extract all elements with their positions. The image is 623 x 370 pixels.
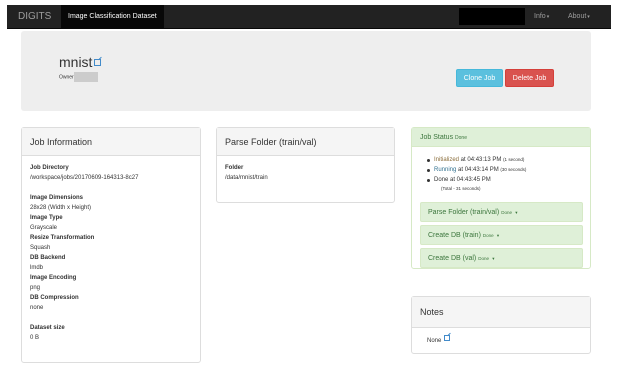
sub-task-state: Done [501, 210, 512, 215]
owner-redacted [73, 72, 98, 82]
done-time: at 04:43:45 PM [448, 177, 491, 183]
chevron-down-icon: ▾ [495, 233, 500, 238]
running-label: Running [434, 167, 457, 173]
panel-title: Notes [412, 297, 590, 328]
nav-active-tab[interactable]: Image Classification Dataset [61, 5, 164, 29]
job-directory-value: /workspace/jobs/20170609-164313-8c27 [30, 175, 139, 181]
status-timeline: Initialized at 04:43:13 PM (1 second) Ru… [412, 147, 590, 185]
parse-folder-body: Folder /data/mnist/train [217, 156, 394, 190]
job-header: mnist Owner Clone Job Delete Job [21, 31, 591, 111]
create-db-val-status[interactable]: Create DB (val) Done ▾ [420, 248, 583, 268]
job-information-panel: Job Information Job Directory /workspace… [21, 127, 201, 363]
chevron-down-icon: ▾ [513, 210, 518, 215]
edit-icon[interactable] [444, 335, 451, 341]
about-menu[interactable]: About▾ [568, 5, 590, 29]
resize-value: Squash [30, 245, 51, 251]
db-backend-label: DB Backend [30, 255, 66, 261]
panel-title: Job Information [22, 128, 200, 156]
image-type-value: Grayscale [30, 225, 58, 231]
initialized-time: at 04:43:13 PM [459, 157, 502, 163]
clone-job-button[interactable]: Clone Job [456, 69, 503, 87]
job-status-heading: Job Status Done [412, 128, 590, 147]
resize-label: Resize Transformation [30, 235, 95, 241]
total-duration: (Total - 31 seconds) [441, 186, 481, 191]
job-information-body: Job Directory /workspace/jobs/20170609-1… [22, 156, 200, 350]
parse-folder-panel: Parse Folder (train/val) Folder /data/mn… [216, 127, 395, 203]
list-item: Done at 04:43:45 PM [427, 175, 590, 185]
image-encoding-label: Image Encoding [30, 275, 77, 281]
list-item: Initialized at 04:43:13 PM (1 second) [427, 155, 590, 165]
panel-title: Parse Folder (train/val) [217, 128, 394, 156]
job-title: mnist [59, 54, 102, 70]
done-label: Done [434, 177, 449, 183]
about-menu-label: About [568, 13, 587, 20]
owner-label: Owner [59, 74, 74, 81]
job-name: mnist [59, 54, 93, 70]
initialized-duration: (1 second) [503, 157, 525, 162]
db-backend-value: lmdb [30, 265, 44, 271]
create-db-train-status[interactable]: Create DB (train) Done ▾ [420, 225, 583, 245]
redacted-area [459, 8, 525, 25]
db-compression-label: DB Compression [30, 295, 79, 301]
db-compression-value: none [30, 305, 44, 311]
running-time: at 04:43:14 PM [456, 167, 499, 173]
notes-body: None [412, 328, 590, 354]
folder-label: Folder [225, 165, 244, 171]
notes-value: None [427, 338, 442, 344]
image-type-label: Image Type [30, 215, 63, 221]
edit-icon[interactable] [94, 59, 102, 66]
chevron-down-icon: ▾ [587, 14, 590, 20]
folder-value: /data/mnist/train [225, 175, 268, 181]
owner: Owner [59, 72, 98, 82]
list-item: Running at 04:43:14 PM (30 seconds) [427, 165, 590, 175]
chevron-down-icon: ▾ [491, 256, 495, 261]
sub-task-state: Done [482, 233, 494, 238]
brand-logo[interactable]: DIGITS [18, 11, 51, 22]
initialized-label: Initialized [434, 157, 460, 163]
parse-folder-status[interactable]: Parse Folder (train/val) Done ▾ [420, 202, 583, 222]
delete-job-button[interactable]: Delete Job [505, 69, 554, 87]
status-badge: Done [455, 135, 467, 141]
dataset-size-label: Dataset size [30, 325, 65, 331]
chevron-down-icon: ▾ [546, 14, 550, 20]
sub-task-label: Parse Folder (train/val) [428, 209, 500, 216]
notes-panel: Notes None [411, 296, 591, 354]
sub-task-label: Create DB (val) [428, 255, 477, 262]
top-navbar: DIGITS Image Classification Dataset Info… [7, 5, 611, 29]
sub-task-state: Done [478, 256, 489, 261]
image-encoding-value: png [30, 285, 41, 291]
panel-title: Job Status [420, 134, 454, 141]
job-directory-label: Job Directory [30, 165, 69, 171]
running-duration: (30 seconds) [500, 167, 527, 172]
info-menu[interactable]: Info▾ [534, 5, 549, 29]
info-menu-label: Info [534, 13, 546, 20]
sub-task-label: Create DB (train) [428, 232, 481, 239]
dataset-size-value: 0 B [30, 335, 40, 341]
image-dimensions-label: Image Dimensions [30, 195, 84, 201]
job-status-panel: Job Status Done Initialized at 04:43:13 … [411, 127, 591, 269]
image-dimensions-value: 28x28 (Width x Height) [30, 205, 92, 211]
